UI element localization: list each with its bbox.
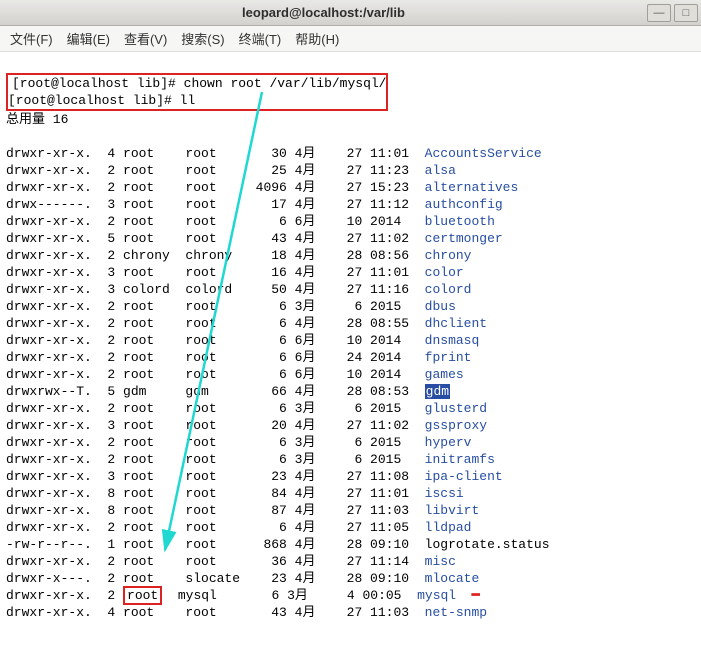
file-name: AccountsService bbox=[425, 146, 542, 161]
file-name: bluetooth bbox=[425, 214, 495, 229]
maximize-button[interactable]: □ bbox=[674, 4, 698, 22]
mysql-mark-icon: ━ bbox=[472, 588, 480, 603]
file-name: iscsi bbox=[425, 486, 464, 501]
file-row: drwxrwx--T. 5 gdm gdm 66 4月 28 08:53 gdm bbox=[6, 383, 695, 400]
file-name: net-snmp bbox=[425, 605, 487, 620]
prompt: [root@localhost lib]# bbox=[8, 93, 180, 108]
file-row: drwxr-xr-x. 2 root root 6 3月 6 2015 dbus bbox=[6, 298, 695, 315]
file-name: color bbox=[425, 265, 464, 280]
minimize-button[interactable]: — bbox=[647, 4, 671, 22]
file-row: drwxr-xr-x. 2 root root 4096 4月 27 15:23… bbox=[6, 179, 695, 196]
terminal-output[interactable]: [root@localhost lib]# chown root /var/li… bbox=[0, 52, 701, 659]
file-row: drwxr-xr-x. 3 colord colord 50 4月 27 11:… bbox=[6, 281, 695, 298]
file-name: misc bbox=[425, 554, 456, 569]
file-row: drwxr-xr-x. 4 root root 30 4月 27 11:01 A… bbox=[6, 145, 695, 162]
file-row: -rw-r--r--. 1 root root 868 4月 28 09:10 … bbox=[6, 536, 695, 553]
total-line: 总用量 16 bbox=[6, 111, 695, 128]
menu-file[interactable]: 文件(F) bbox=[10, 29, 53, 48]
file-row: drwxr-xr-x. 2 root root 6 4月 27 11:05 ll… bbox=[6, 519, 695, 536]
file-name: mysql bbox=[417, 588, 456, 603]
file-name: games bbox=[425, 367, 464, 382]
file-name: initramfs bbox=[425, 452, 495, 467]
file-row: drwxr-xr-x. 8 root root 84 4月 27 11:01 i… bbox=[6, 485, 695, 502]
file-name: gdm bbox=[425, 384, 450, 399]
file-name: ipa-client bbox=[425, 469, 503, 484]
menu-help[interactable]: 帮助(H) bbox=[295, 29, 339, 48]
file-name: dbus bbox=[425, 299, 456, 314]
file-name: colord bbox=[425, 282, 472, 297]
file-name: certmonger bbox=[425, 231, 503, 246]
file-name: gssproxy bbox=[425, 418, 487, 433]
file-row: drwxr-xr-x. 3 root root 23 4月 27 11:08 i… bbox=[6, 468, 695, 485]
file-row: drwxr-xr-x. 8 root root 87 4月 27 11:03 l… bbox=[6, 502, 695, 519]
file-row: drwxr-xr-x. 2 root mysql 6 3月 4 00:05 my… bbox=[6, 587, 695, 604]
file-row: drwxr-xr-x. 2 root root 36 4月 27 11:14 m… bbox=[6, 553, 695, 570]
file-row: drwxr-xr-x. 3 root root 20 4月 27 11:02 g… bbox=[6, 417, 695, 434]
window-titlebar: leopard@localhost:/var/lib — □ bbox=[0, 0, 701, 26]
window-title: leopard@localhost:/var/lib bbox=[0, 5, 647, 20]
file-row: drwxr-xr-x. 2 root root 6 6月 10 2014 blu… bbox=[6, 213, 695, 230]
command-ll: ll bbox=[180, 93, 196, 108]
file-name: fprint bbox=[425, 350, 472, 365]
prompt: [root@localhost lib]# bbox=[12, 76, 184, 91]
file-row: drwxr-xr-x. 3 root root 16 4月 27 11:01 c… bbox=[6, 264, 695, 281]
file-row: drwxr-xr-x. 2 chrony chrony 18 4月 28 08:… bbox=[6, 247, 695, 264]
file-name: dnsmasq bbox=[425, 333, 480, 348]
file-row: drwxr-x---. 2 root slocate 23 4月 28 09:1… bbox=[6, 570, 695, 587]
menu-search[interactable]: 搜索(S) bbox=[181, 29, 224, 48]
file-listing: drwxr-xr-x. 4 root root 30 4月 27 11:01 A… bbox=[6, 145, 695, 621]
menu-terminal[interactable]: 终端(T) bbox=[239, 29, 282, 48]
file-name: glusterd bbox=[425, 401, 487, 416]
file-name: mlocate bbox=[425, 571, 480, 586]
file-name: alsa bbox=[425, 163, 456, 178]
file-row: drwxr-xr-x. 2 root root 6 4月 28 08:55 dh… bbox=[6, 315, 695, 332]
file-row: drwxr-xr-x. 2 root root 6 6月 10 2014 dns… bbox=[6, 332, 695, 349]
file-row: drwxr-xr-x. 2 root root 6 3月 6 2015 hype… bbox=[6, 434, 695, 451]
menu-edit[interactable]: 编辑(E) bbox=[67, 29, 110, 48]
file-row: drwxr-xr-x. 2 root root 6 3月 6 2015 glus… bbox=[6, 400, 695, 417]
file-row: drwxr-xr-x. 2 root root 6 3月 6 2015 init… bbox=[6, 451, 695, 468]
menu-bar: 文件(F) 编辑(E) 查看(V) 搜索(S) 终端(T) 帮助(H) bbox=[0, 26, 701, 52]
file-name: libvirt bbox=[425, 503, 480, 518]
file-row: drwxr-xr-x. 4 root root 43 4月 27 11:03 n… bbox=[6, 604, 695, 621]
file-name: alternatives bbox=[425, 180, 519, 195]
menu-view[interactable]: 查看(V) bbox=[124, 29, 167, 48]
file-row: drwxr-xr-x. 2 root root 25 4月 27 11:23 a… bbox=[6, 162, 695, 179]
file-name: lldpad bbox=[425, 520, 472, 535]
file-name: hyperv bbox=[425, 435, 472, 450]
file-row: drwxr-xr-x. 2 root root 6 6月 10 2014 gam… bbox=[6, 366, 695, 383]
file-row: drwxr-xr-x. 5 root root 43 4月 27 11:02 c… bbox=[6, 230, 695, 247]
file-name: dhclient bbox=[425, 316, 487, 331]
file-name: chrony bbox=[425, 248, 472, 263]
owner-highlight-box: root bbox=[123, 586, 162, 605]
file-row: drwxr-xr-x. 2 root root 6 6月 24 2014 fpr… bbox=[6, 349, 695, 366]
file-row: drwx------. 3 root root 17 4月 27 11:12 a… bbox=[6, 196, 695, 213]
command-highlight-box: [root@localhost lib]# chown root /var/li… bbox=[6, 73, 388, 111]
file-name: logrotate.status bbox=[425, 537, 550, 552]
file-name: authconfig bbox=[425, 197, 503, 212]
command-chown: chown root /var/lib/mysql/ bbox=[184, 76, 387, 91]
